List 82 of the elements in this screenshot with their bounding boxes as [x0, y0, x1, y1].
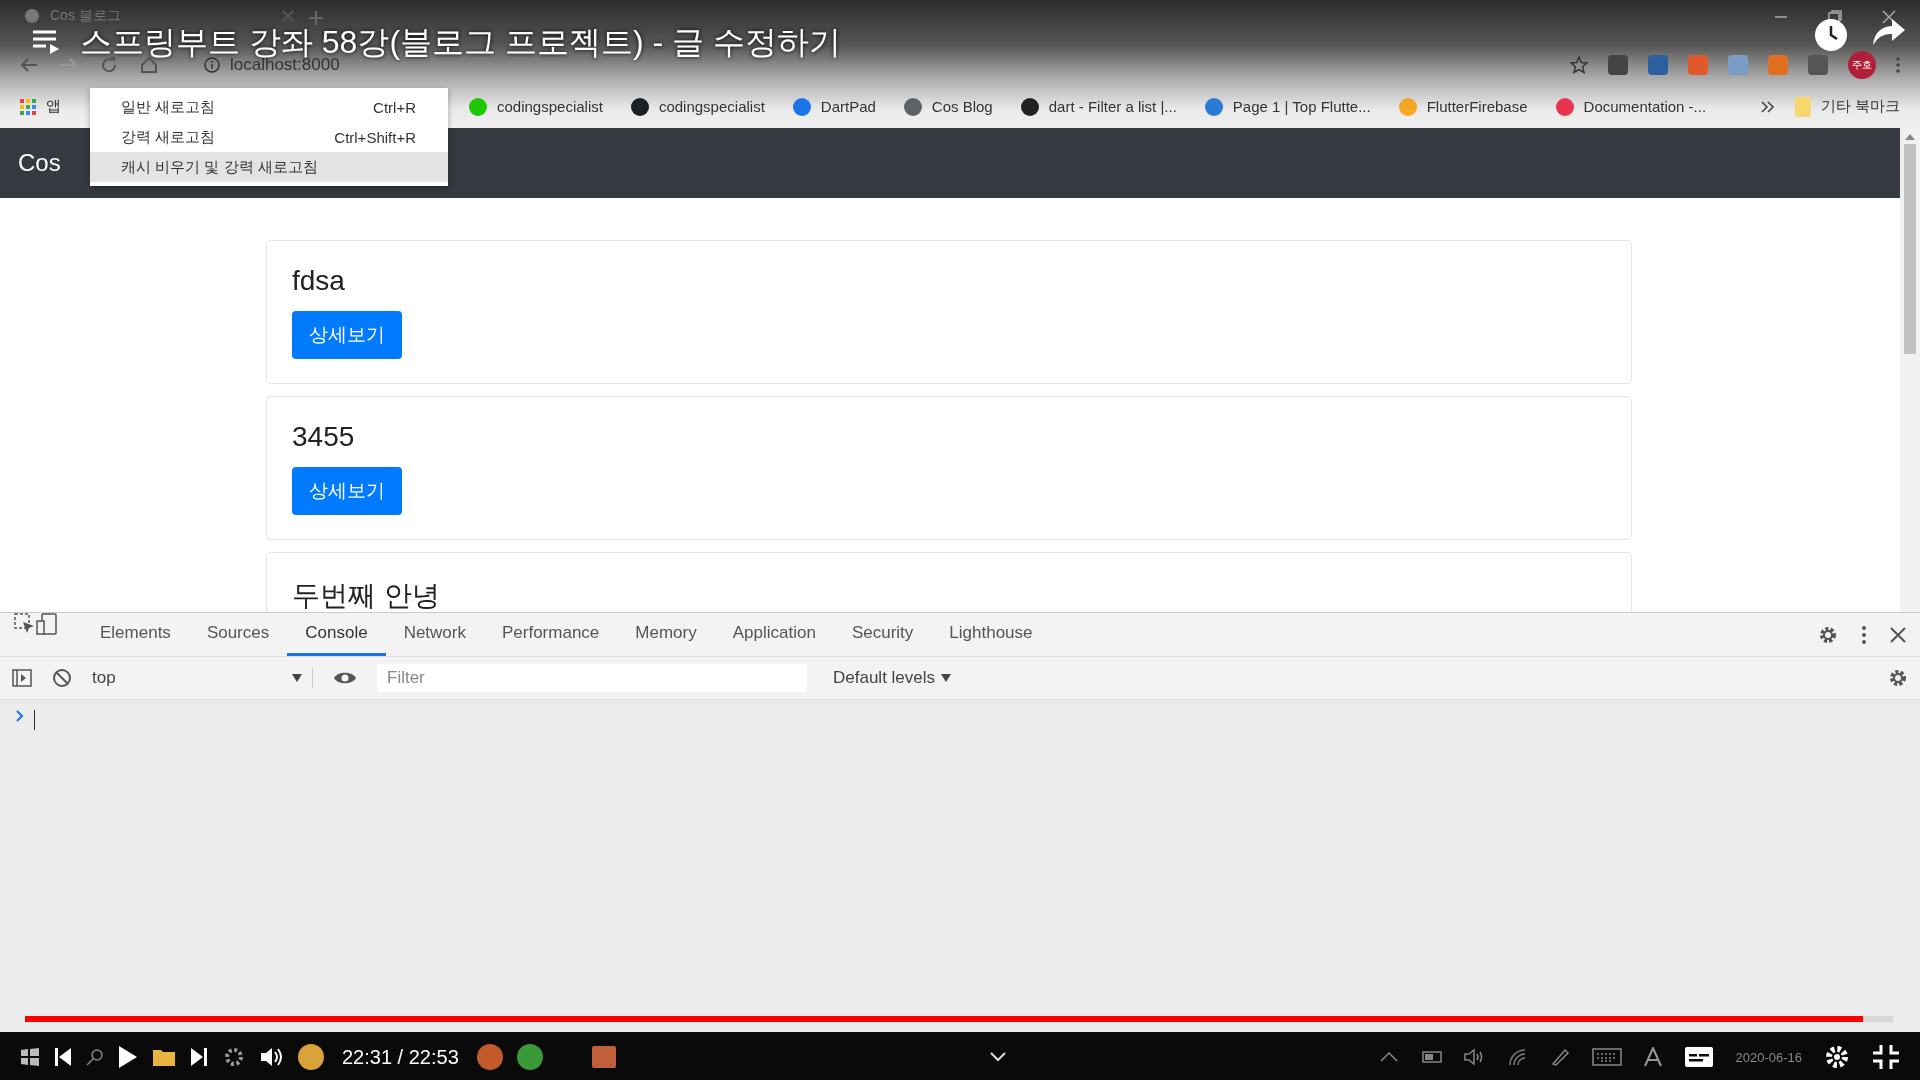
detail-button[interactable]: 상세보기	[292, 311, 402, 359]
wifi-icon[interactable]	[1507, 1048, 1528, 1066]
profile-avatar[interactable]: 주호	[1848, 51, 1876, 79]
menu-item[interactable]: 캐시 비우기 및 강력 새로고침	[90, 152, 448, 182]
folder-icon[interactable]	[152, 1047, 176, 1067]
devtools-tab[interactable]: Lighthouse	[931, 613, 1051, 656]
reload-icon[interactable]	[100, 56, 118, 74]
video-title[interactable]: 스프링부트 강좌 58강(블로그 프로젝트) - 글 수정하기	[80, 26, 841, 58]
exit-fullscreen-icon[interactable]	[1872, 1044, 1900, 1070]
devtools-tab[interactable]: Memory	[617, 613, 715, 656]
more-icon[interactable]	[1896, 57, 1900, 73]
bookmark[interactable]: 앱	[20, 97, 61, 116]
bookmark-folder[interactable]: 기타 북마크	[1794, 96, 1900, 117]
clear-icon[interactable]	[52, 668, 72, 688]
prompt-icon	[16, 710, 24, 722]
scroll-up-icon[interactable]	[1905, 134, 1915, 140]
app-icon[interactable]	[590, 1045, 617, 1069]
more-bookmarks-icon[interactable]	[1760, 100, 1775, 113]
inspect-icon[interactable]	[14, 613, 36, 635]
bookmark[interactable]: Documentation -...	[1555, 97, 1707, 116]
devtools-tab[interactable]: Network	[385, 613, 484, 656]
more-icon[interactable]	[1862, 625, 1866, 644]
dropdown-icon	[292, 674, 302, 682]
devtools-tab[interactable]: Performance	[484, 613, 618, 656]
app-icon[interactable]	[298, 1044, 324, 1070]
devtools-tab[interactable]: Elements	[82, 613, 189, 656]
bookmark[interactable]: FlutterFirebase	[1398, 97, 1528, 116]
pen-icon[interactable]	[1549, 1047, 1570, 1067]
next-icon[interactable]	[190, 1047, 208, 1067]
devtools-tab[interactable]: Sources	[188, 613, 288, 656]
info-icon	[204, 57, 220, 73]
settings-icon[interactable]	[222, 1045, 246, 1069]
font-icon[interactable]	[1643, 1047, 1662, 1067]
bookmark[interactable]: DartPad	[792, 97, 876, 116]
share-icon[interactable]	[1872, 18, 1906, 46]
taskbar-date: 2020-06-16	[1735, 1049, 1802, 1065]
menu-item[interactable]: 강력 새로고침 Ctrl+Shift+R	[90, 122, 448, 152]
detail-button[interactable]: 상세보기	[292, 467, 402, 515]
volume-icon[interactable]	[260, 1046, 284, 1068]
subtitles-icon[interactable]	[1683, 1046, 1714, 1068]
bookmark[interactable]: Cos Blog	[903, 97, 993, 116]
site-brand[interactable]: Cos	[18, 149, 61, 177]
battery-icon[interactable]	[1419, 1050, 1442, 1064]
device-icon[interactable]	[36, 613, 58, 635]
post-title: 두번째 안녕	[292, 579, 440, 612]
keyboard-icon[interactable]	[1591, 1048, 1622, 1066]
dropdown-icon	[941, 674, 952, 682]
scrollbar[interactable]	[1900, 128, 1920, 612]
levels-dropdown[interactable]: Default levels	[827, 667, 958, 689]
close-icon[interactable]	[1882, 10, 1896, 24]
bookmark[interactable]: Page 1 | Top Flutte...	[1204, 97, 1371, 116]
home-icon[interactable]	[140, 56, 158, 74]
bookmark[interactable]: codingspecialist	[469, 97, 603, 116]
back-icon[interactable]	[20, 57, 38, 73]
bookmark[interactable]: dart - Filter a list |...	[1020, 97, 1177, 116]
eye-icon[interactable]	[333, 670, 357, 686]
sidebar-icon[interactable]	[12, 668, 32, 688]
post-title: 3455	[292, 421, 355, 453]
windows-icon[interactable]	[20, 1047, 40, 1067]
devtools-tab[interactable]: Security	[833, 613, 932, 656]
settings-icon[interactable]	[1818, 624, 1838, 645]
close-icon[interactable]	[1890, 626, 1906, 643]
bookmark[interactable]: codingspecialist	[630, 97, 765, 116]
app-icon[interactable]	[476, 1044, 503, 1070]
apps-icon	[20, 98, 36, 115]
settings-icon[interactable]	[1888, 668, 1908, 688]
menu-item[interactable]: 일반 새로고침 Ctrl+R	[90, 92, 448, 122]
previous-icon[interactable]	[54, 1047, 72, 1067]
clock-icon[interactable]	[1814, 18, 1848, 52]
globe-icon[interactable]	[24, 8, 40, 24]
star-icon[interactable]	[1570, 56, 1588, 74]
settings-icon[interactable]	[1824, 1044, 1850, 1070]
app-icon[interactable]	[516, 1044, 543, 1070]
caret-up-icon[interactable]	[1379, 1052, 1398, 1062]
search-icon[interactable]	[86, 1048, 104, 1066]
filter-field[interactable]: Filter	[377, 664, 807, 692]
context-select[interactable]: top	[92, 668, 313, 688]
chevron-down-icon[interactable]	[990, 1052, 1007, 1062]
play-icon[interactable]	[118, 1045, 138, 1069]
video-time: 22:31 / 22:53	[342, 1045, 459, 1069]
post-title: fdsa	[292, 265, 345, 297]
devtools-tab[interactable]: Application	[714, 613, 834, 656]
